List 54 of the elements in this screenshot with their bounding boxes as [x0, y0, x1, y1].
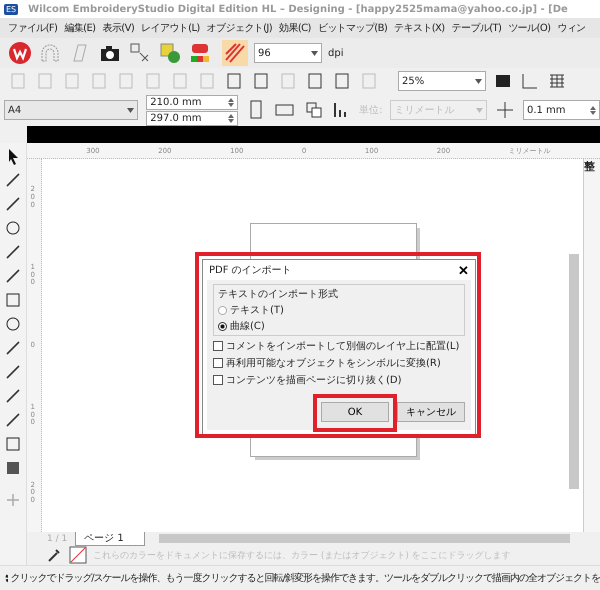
machine-icon[interactable]: [188, 41, 212, 65]
shadow-icon[interactable]: [4, 435, 22, 453]
dialog-button[interactable]: キャンセル: [397, 402, 465, 422]
w-logo-icon[interactable]: [8, 41, 32, 65]
status-text: クリックでドラッグ/スケールを操作、もう一度クリックすると回転/斜変形を操作できます。ツールをダブルクリックで描画内の全オブジェクトを: [10, 572, 600, 585]
menu-item[interactable]: 効果(C): [279, 21, 311, 35]
menu-item[interactable]: オブジェクト(J): [206, 21, 272, 35]
paper-size-dropdown[interactable]: A4: [4, 100, 138, 120]
menu-item[interactable]: テーブル(T): [452, 21, 502, 35]
spin-arrows-icon[interactable]: [590, 106, 596, 114]
no-color-swatch-icon[interactable]: [69, 546, 87, 564]
dpi-dropdown[interactable]: 96: [254, 43, 322, 63]
menu-item[interactable]: ウィン: [557, 21, 586, 35]
window-title: Wilcom EmbroideryStudio Digital Edition HL – Designing - [happy2525mama@yahoo.co.jp] - [De: [28, 4, 568, 14]
menu-item[interactable]: 編集(E): [64, 21, 96, 35]
checkbox-option[interactable]: コンテンツを描画ページに切り抜く(D): [213, 373, 465, 387]
page-counter: 1 / 1: [47, 534, 68, 544]
app-logo: ES: [4, 4, 18, 14]
menu-item[interactable]: レイアウト(L): [141, 21, 200, 35]
dialog-title: PDF のインポート: [209, 264, 292, 277]
dpi-label: dpi: [328, 48, 344, 58]
checkbox-option[interactable]: コメントをインポートして別個のレイヤ上に配置(L): [213, 339, 465, 353]
spin-arrows-icon[interactable]: [228, 98, 234, 106]
height-field[interactable]: 297.0 mm: [146, 110, 238, 126]
menu-item[interactable]: ファイル(F): [8, 21, 58, 35]
move-arrows-icon: [495, 100, 515, 120]
menu-item[interactable]: 表示(V): [102, 21, 134, 35]
panel-title: 整: [584, 160, 595, 173]
caret-icon: [127, 108, 134, 112]
pages-icon[interactable]: [304, 100, 324, 120]
hatch-icon[interactable]: [222, 40, 248, 66]
rectangle-icon[interactable]: [4, 291, 22, 309]
page-tab[interactable]: ページ 1: [75, 531, 145, 546]
caret-icon: [311, 50, 318, 56]
ruler-view-icon[interactable]: [520, 71, 540, 91]
radio-option[interactable]: テキスト(T): [218, 303, 460, 317]
group-label: テキストのインポート形式: [218, 288, 339, 301]
checkbox-option[interactable]: 再利用可能なオブジェクトをシンボルに変換(R): [213, 356, 465, 370]
vertical-scrollbar[interactable]: [569, 254, 579, 489]
ellipse-icon[interactable]: [4, 315, 22, 333]
caret-icon: [476, 108, 484, 112]
zoom-dropdown[interactable]: 25%: [398, 71, 486, 91]
color-shapes-icon[interactable]: [158, 41, 182, 65]
menu-item[interactable]: テキスト(X): [394, 21, 445, 35]
dialog-button[interactable]: OK: [321, 402, 389, 422]
nudge-field[interactable]: 0.1 mm: [522, 100, 600, 120]
menu-item[interactable]: ビットマップ(B): [318, 21, 388, 35]
menu-item[interactable]: ツール(O): [508, 21, 550, 35]
radio-option[interactable]: 曲線(C): [218, 319, 460, 333]
caret-icon: [475, 78, 482, 84]
close-button[interactable]: ✕: [458, 264, 469, 276]
spin-arrows-icon[interactable]: [228, 114, 234, 122]
horizontal-scrollbar[interactable]: [158, 534, 570, 543]
width-field[interactable]: 210.0 mm: [146, 94, 238, 110]
